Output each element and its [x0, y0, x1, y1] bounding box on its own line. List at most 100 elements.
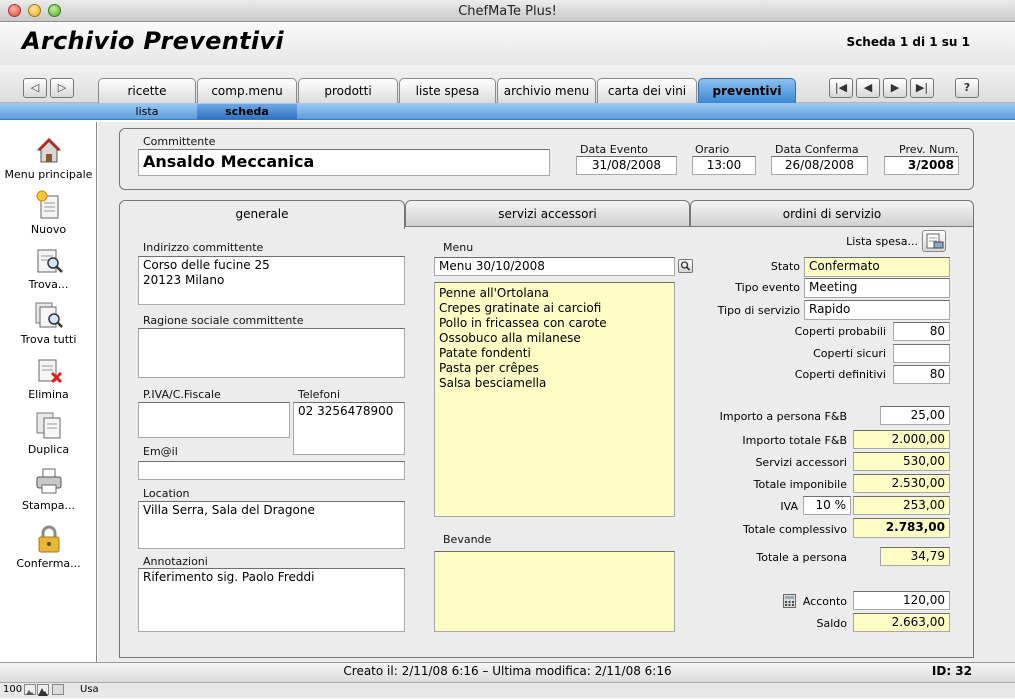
tab-servizi-accessori[interactable]: servizi accessori	[405, 200, 690, 227]
telefoni-label: Telefoni	[298, 388, 341, 401]
sidebar-item-label: Duplica	[27, 443, 70, 456]
help-button[interactable]: ?	[955, 78, 979, 98]
sidebar-item-duplica[interactable]: Duplica	[0, 410, 97, 456]
importo-persona-field[interactable]: 25,00	[880, 406, 950, 425]
menu-name-field[interactable]: Menu 30/10/2008	[434, 257, 675, 276]
created-modified-text: Creato il: 2/11/08 6:16 – Ultima modific…	[343, 664, 672, 678]
orario-field[interactable]: 13:00	[692, 156, 756, 175]
menu-items-list[interactable]: Penne all'Ortolana Crepes gratinate ai c…	[434, 282, 675, 517]
active-tab-join	[120, 225, 404, 228]
sidebar-item-conferma[interactable]: Conferma...	[0, 524, 97, 570]
zoom-level[interactable]: 100	[3, 684, 22, 695]
lista-spesa-button[interactable]	[922, 230, 946, 252]
mountain-large-icon	[38, 688, 48, 696]
orario-label: Orario	[695, 143, 730, 156]
sidebar-item-nuovo[interactable]: Nuovo	[0, 190, 97, 236]
back-arrow-button[interactable]: ◁	[23, 78, 47, 98]
list-item: Penne all'Ortolana	[439, 286, 549, 300]
next-record-button[interactable]: ▶	[883, 78, 907, 98]
lock-icon	[38, 525, 59, 553]
list-item: Pollo in fricassea con carote	[439, 316, 607, 330]
ragione-sociale-field[interactable]	[138, 328, 405, 378]
menu-label: Menu	[443, 241, 474, 254]
find-icon	[37, 249, 63, 273]
bevande-field[interactable]	[434, 551, 675, 632]
totale-complessivo-field: 2.783,00	[853, 518, 950, 538]
email-field[interactable]	[138, 461, 405, 480]
sidebar-item-elimina[interactable]: Elimina	[0, 355, 97, 401]
sidebar-item-trova-tutti[interactable]: Trova tutti	[0, 300, 97, 346]
prev-num-field[interactable]: 3/2008	[884, 156, 959, 175]
tipo-evento-field[interactable]: Meeting	[804, 278, 950, 298]
subtab-lista[interactable]: lista	[98, 104, 196, 119]
importo-persona-label: Importo a persona F&B	[719, 410, 847, 423]
tab-archivio-menu[interactable]: archivio menu	[497, 78, 596, 103]
sidebar-item-label: Trova tutti	[20, 333, 77, 346]
coperti-probabili-label: Coperti probabili	[794, 325, 886, 338]
lista-spesa-label[interactable]: Lista spesa...	[820, 235, 918, 248]
tab-comp-menu[interactable]: comp.menu	[197, 78, 297, 103]
previous-record-button[interactable]: ◀	[856, 78, 880, 98]
piva-field[interactable]	[138, 402, 290, 438]
tab-prodotti[interactable]: prodotti	[298, 78, 398, 103]
totale-imponibile-field: 2.530,00	[853, 474, 950, 493]
home-icon	[36, 137, 61, 163]
indirizzo-field[interactable]: Corso delle fucine 25 20123 Milano	[138, 256, 405, 305]
annotazioni-field[interactable]: Riferimento sig. Paolo Freddi	[138, 568, 405, 632]
subtab-scheda[interactable]: scheda	[197, 104, 297, 119]
stato-field[interactable]: Confermato	[804, 257, 950, 277]
data-evento-field[interactable]: 31/08/2008	[576, 156, 677, 175]
tab-ordini-di-servizio[interactable]: ordini di servizio	[690, 200, 974, 227]
sidebar-item-stampa[interactable]: Stampa...	[0, 466, 97, 512]
committente-field[interactable]: Ansaldo Meccanica	[138, 149, 550, 176]
last-record-button[interactable]: ▶|	[910, 78, 934, 98]
bevande-label: Bevande	[443, 533, 492, 546]
coperti-sicuri-field[interactable]	[893, 344, 950, 363]
shopping-list-icon	[926, 233, 944, 249]
tipo-servizio-label: Tipo di servizio	[717, 304, 800, 317]
sidebar-item-label: Elimina	[28, 388, 69, 401]
sidebar-item-label: Stampa...	[22, 499, 75, 512]
forward-arrow-button[interactable]: ▷	[50, 78, 74, 98]
record-info: Scheda 1 di 1 su 1	[846, 35, 970, 49]
delete-icon	[38, 359, 62, 384]
acconto-field[interactable]: 120,00	[853, 591, 950, 610]
coperti-probabili-field[interactable]: 80	[893, 322, 950, 341]
sidebar-item-trova[interactable]: Trova...	[0, 245, 97, 291]
sidebar-item-label: Trova...	[28, 278, 69, 291]
sidebar-item-label: Menu principale	[4, 168, 93, 181]
iva-label: IVA	[780, 500, 798, 513]
menu-search-button[interactable]	[678, 259, 693, 273]
location-field[interactable]: Villa Serra, Sala del Dragone	[138, 501, 405, 549]
tipo-evento-label: Tipo evento	[735, 281, 800, 294]
status-toggle-button[interactable]	[52, 684, 64, 695]
list-item: Salsa besciamella	[439, 376, 547, 390]
data-conferma-field[interactable]: 26/08/2008	[771, 156, 868, 175]
tab-ricette[interactable]: ricette	[98, 78, 196, 103]
list-item: Pasta per crêpes	[439, 361, 539, 375]
email-label: Em@il	[143, 445, 178, 458]
totale-imponibile-label: Totale imponibile	[753, 478, 847, 491]
new-document-icon	[36, 190, 58, 219]
tab-liste-spesa[interactable]: liste spesa	[399, 78, 496, 103]
iva-percent-field[interactable]: 10 %	[803, 496, 851, 515]
zoom-out-button[interactable]	[24, 684, 36, 695]
zoom-in-button[interactable]	[37, 684, 49, 696]
coperti-definitivi-field[interactable]: 80	[893, 365, 950, 384]
prev-num-label: Prev. Num.	[899, 143, 959, 156]
sidebar-item-menu-principale[interactable]: Menu principale	[0, 135, 97, 181]
iva-field: 253,00	[853, 496, 950, 515]
window-title: ChefMaTe Plus!	[458, 4, 557, 19]
telefoni-field[interactable]: 02 3256478900	[293, 402, 405, 455]
saldo-field: 2.663,00	[853, 613, 950, 632]
piva-label: P.IVA/C.Fiscale	[143, 388, 221, 401]
indirizzo-label: Indirizzo committente	[143, 241, 264, 254]
saldo-label: Saldo	[816, 617, 848, 630]
first-record-button[interactable]: |◀	[829, 78, 853, 98]
tab-carta-dei-vini[interactable]: carta dei vini	[597, 78, 697, 103]
totale-persona-field: 34,79	[880, 547, 950, 566]
tab-preventivi[interactable]: preventivi	[698, 78, 796, 103]
list-item: Crepes gratinate ai carciofi	[439, 301, 602, 315]
data-evento-label: Data Evento	[580, 143, 649, 156]
tipo-servizio-field[interactable]: Rapido	[804, 300, 950, 320]
